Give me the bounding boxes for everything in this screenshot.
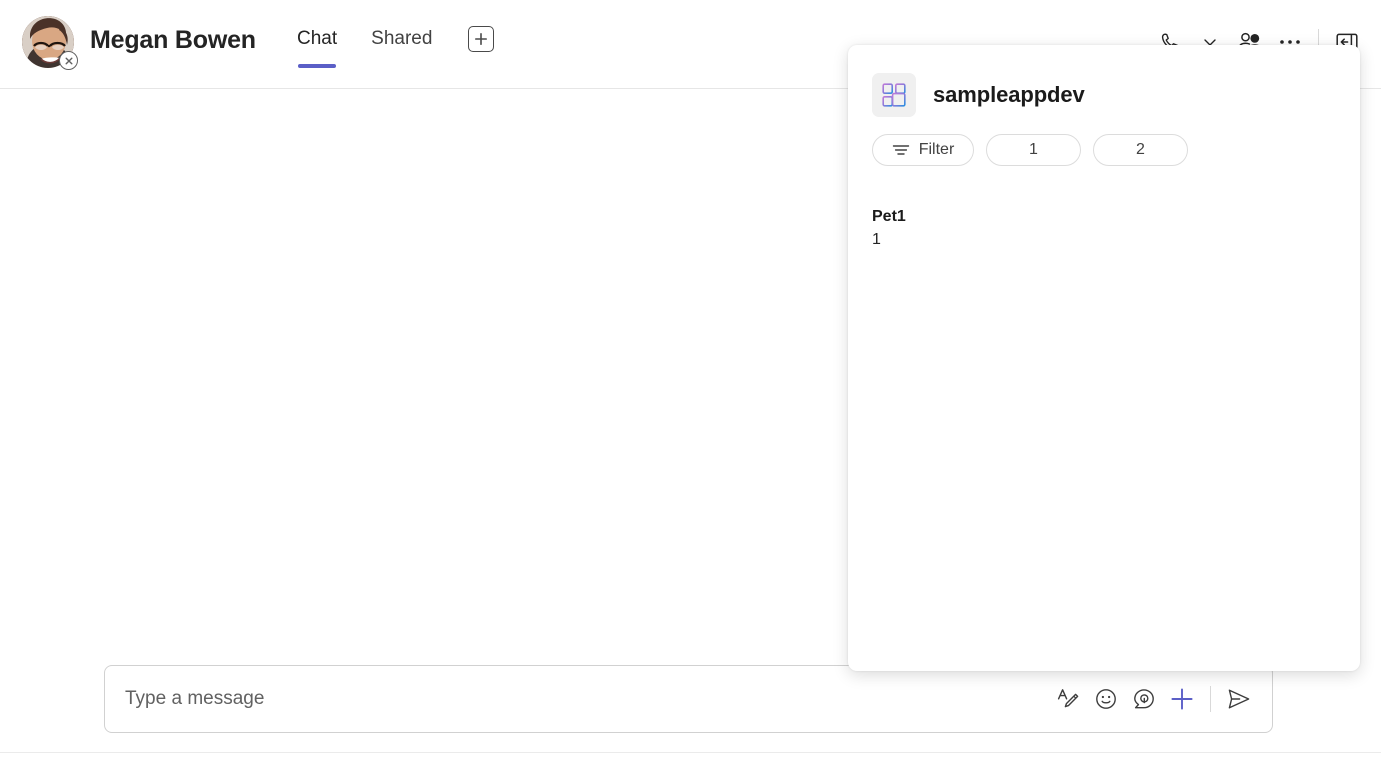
list-item[interactable]: Pet1 1 [872,205,1360,251]
apps-grid-icon [872,73,916,117]
add-tab-button[interactable] [468,26,494,52]
list-item-title: Pet1 [872,205,1360,228]
chip-2-label: 2 [1136,141,1145,159]
filter-chip[interactable]: Filter [872,134,974,166]
app-flyout-panel: sampleappdev Filter 1 2 Pet1 1 [848,45,1360,671]
header-tabs: Chat Shared [297,28,494,68]
bottom-divider [0,752,1381,753]
filter-chip-label: Filter [919,141,955,159]
app-panel-header: sampleappdev [848,45,1360,117]
app-panel-title: sampleappdev [933,82,1085,108]
chip-1[interactable]: 1 [986,134,1081,166]
tab-chat-label: Chat [297,28,337,49]
compose-actions [1049,680,1272,718]
app-panel-filter-chips: Filter 1 2 [848,117,1360,166]
avatar[interactable] [22,16,74,68]
app-panel-list: Pet1 1 [848,166,1360,251]
message-compose-box[interactable] [104,665,1273,733]
tab-chat[interactable]: Chat [297,28,337,68]
page-title: Megan Bowen [90,26,256,55]
message-input[interactable] [105,665,1049,733]
filter-icon [892,143,910,157]
format-text-icon[interactable] [1049,680,1087,718]
status-badge-offline [59,51,78,70]
send-icon[interactable] [1220,680,1258,718]
tab-shared-label: Shared [371,28,432,49]
sticker-icon[interactable] [1125,680,1163,718]
compose-divider [1210,686,1211,712]
emoji-icon[interactable] [1087,680,1125,718]
chip-2[interactable]: 2 [1093,134,1188,166]
chip-1-label: 1 [1029,141,1038,159]
list-item-subtitle: 1 [872,228,1360,251]
plus-icon[interactable] [1163,680,1201,718]
tab-shared[interactable]: Shared [371,28,432,68]
